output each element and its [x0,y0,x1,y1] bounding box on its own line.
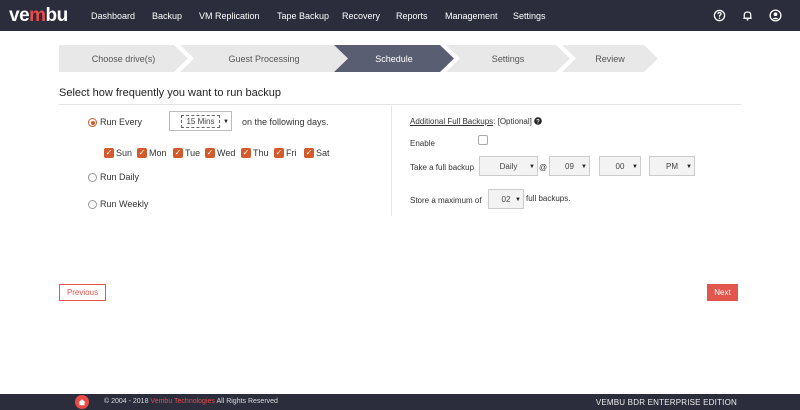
ampm-value: PM [666,161,678,171]
caret-down-icon: ▼ [515,197,521,203]
nav-reports[interactable]: Reports [396,11,428,21]
interval-value: 15 Mins [181,114,220,128]
minute-value: 00 [615,161,625,171]
nav-vm-replication[interactable]: VM Replication [199,11,260,21]
company-link[interactable]: Vembu Technologies [150,398,214,405]
svg-text:?: ? [536,119,540,125]
max-backups-select[interactable]: 02 ▼ [488,189,524,209]
run-every-radio[interactable] [88,118,97,127]
nav-recovery[interactable]: Recovery [342,11,380,21]
caret-down-icon: ▼ [223,119,229,125]
day-label-fri: Fri [286,148,297,158]
run-every-label: Run Every [100,117,143,127]
minute-select[interactable]: 00 ▼ [599,156,641,176]
day-label-thu: Thu [253,148,269,158]
caret-down-icon: ▼ [581,164,587,170]
day-label-mon: Mon [149,148,167,158]
step-settings[interactable]: Settings [446,45,570,72]
day-checkbox-sun[interactable]: ✓ [104,148,114,158]
user-icon[interactable] [769,9,782,22]
run-daily-label: Run Daily [100,172,140,182]
ampm-select[interactable]: PM ▼ [649,156,695,176]
step-schedule[interactable]: Schedule [334,45,454,72]
interval-select[interactable]: 15 Mins ▼ [169,111,232,131]
divider [59,104,741,105]
nav-backup[interactable]: Backup [152,11,182,21]
day-checkbox-mon[interactable]: ✓ [137,148,147,158]
bell-icon[interactable] [741,9,754,22]
frequency-value: Daily [499,161,518,171]
run-daily-radio[interactable] [88,173,97,182]
help-icon[interactable] [713,9,726,22]
home-icon[interactable] [75,395,89,409]
nav-dashboard[interactable]: Dashboard [91,11,135,21]
day-label-sun: Sun [116,148,133,158]
full-backups-title: Additional Full Backups [410,117,494,126]
caret-down-icon: ▼ [632,164,638,170]
step-guest-processing[interactable]: Guest Processing [180,45,348,72]
day-label-sat: Sat [316,148,330,158]
caret-down-icon: ▼ [686,164,692,170]
top-nav-bar: vembu Dashboard Backup VM Replication Ta… [0,0,800,31]
frequency-select[interactable]: Daily ▼ [479,156,538,176]
store-max-label: Store a maximum of [410,196,482,205]
hour-select[interactable]: 09 ▼ [549,156,590,176]
full-backups-suffix: full backups. [526,194,571,203]
run-weekly-label: Run Weekly [100,199,149,209]
hour-value: 09 [565,161,574,171]
help-icon[interactable]: ? [534,117,542,125]
schedule-title: Select how frequently you want to run ba… [59,87,281,99]
run-weekly-radio[interactable] [88,200,97,209]
day-checkbox-tue[interactable]: ✓ [173,148,183,158]
full-backups-optional: : [Optional] [493,117,532,126]
enable-label: Enable [410,139,435,148]
nav-tape-backup[interactable]: Tape Backup [277,11,329,21]
day-checkbox-wed[interactable]: ✓ [205,148,215,158]
footer: © 2004 - 2018 Vembu Technologies All Rig… [0,394,800,410]
step-choose-drives[interactable]: Choose drive(s) [59,45,188,72]
caret-down-icon: ▼ [529,164,535,170]
day-checkbox-fri[interactable]: ✓ [274,148,284,158]
nav-settings[interactable]: Settings [513,11,546,21]
nav-management[interactable]: Management [445,11,498,21]
day-checkbox-thu[interactable]: ✓ [241,148,251,158]
full-backups-heading: Additional Full Backups: [Optional] ? [410,117,542,126]
following-days-label: on the following days. [242,117,329,127]
day-checkbox-sat[interactable]: ✓ [304,148,314,158]
edition-label: VEMBU BDR ENTERPRISE EDITION [595,398,737,407]
take-full-backup-label: Take a full backup [410,163,475,172]
enable-checkbox[interactable] [478,135,488,145]
copyright-text: © 2004 - 2018 Vembu Technologies All Rig… [104,398,278,405]
vembu-logo[interactable]: vembu [9,5,68,27]
step-review[interactable]: Review [562,45,658,72]
day-label-wed: Wed [217,148,236,158]
previous-button[interactable]: Previous [59,284,106,301]
day-label-tue: Tue [185,148,201,158]
at-symbol: @ [539,163,548,172]
next-button[interactable]: Next [707,284,738,301]
column-divider [391,106,392,216]
max-backups-value: 02 [501,194,511,204]
